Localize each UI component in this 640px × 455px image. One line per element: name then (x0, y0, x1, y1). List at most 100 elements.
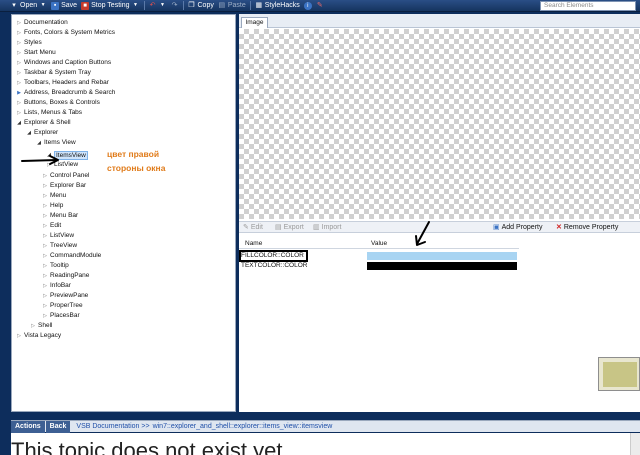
color-swatch-popup[interactable] (598, 357, 640, 391)
tree-item[interactable]: ▷ ListView (42, 231, 74, 241)
chevron-down-icon: ▼ (160, 2, 165, 8)
tree-item[interactable]: ◢ Items View (36, 138, 76, 148)
tree-item[interactable]: ▷ Menu (42, 191, 66, 201)
annotation-arrow-icon (21, 155, 59, 165)
tree-item[interactable]: ▷ PlacesBar (42, 311, 80, 321)
expand-arrow-icon: ▷ (43, 243, 47, 249)
properties-toolbar: ✎ Edit ▤ Export ▥ Import ▣ Add Property ✕ Rem… (239, 221, 640, 233)
import-button[interactable]: ▥ Import (313, 223, 341, 232)
collapse-arrow-icon: ◢ (27, 130, 31, 136)
export-icon: ▤ (275, 224, 282, 231)
breadcrumb-path[interactable]: win7::explorer_and_shell::explorer::item… (153, 423, 333, 430)
expand-arrow-icon: ▷ (43, 233, 47, 239)
expand-arrow-icon: ▷ (17, 70, 21, 76)
breadcrumb-root[interactable]: VSB Documentation >> (76, 423, 149, 430)
image-preview (239, 29, 640, 219)
save-button[interactable]: ▪ Save (51, 1, 77, 10)
annotation-line: стороны окна (107, 163, 166, 173)
element-tree: ▷ Documentation ▷ Fonts, Colors & System M… (11, 14, 236, 412)
stop-testing-button[interactable]: ■ Stop Testing ▼ (81, 1, 139, 10)
tab-strip: Image (239, 14, 640, 28)
brush-icon: ✎ (316, 2, 323, 9)
collapse-arrow-icon: ◢ (37, 140, 41, 146)
tree-item[interactable]: ▷ ReadingPane (42, 271, 89, 281)
search-input[interactable]: Search Elements (540, 1, 636, 11)
toolbar-divider (143, 1, 145, 10)
add-property-button[interactable]: ▣ Add Property (493, 223, 542, 232)
expand-arrow-icon: ▷ (43, 223, 47, 229)
tree-item[interactable]: ◢ Explorer & Shell (16, 118, 71, 128)
tools-button[interactable]: ✎ (316, 2, 324, 10)
tree-item[interactable]: ▷ Help (42, 201, 63, 211)
tree-item[interactable]: ▷ Menu Bar (42, 211, 78, 221)
expand-arrow-icon: ▶ (17, 90, 21, 96)
column-header-name[interactable]: Name (245, 239, 262, 249)
tree-item[interactable]: ▷ Toolbars, Headers and Rebar (16, 78, 109, 88)
tree-item[interactable]: ▷ Start Menu (16, 48, 56, 58)
tab-image[interactable]: Image (241, 17, 268, 28)
scrollbar[interactable] (630, 433, 640, 455)
column-header-value[interactable]: Value (371, 239, 387, 249)
save-icon: ▪ (51, 1, 60, 10)
tree-item[interactable]: ▷ Lists, Menus & Tabs (16, 108, 82, 118)
import-icon: ▥ (313, 224, 320, 231)
undo-icon: ↶ (149, 2, 156, 9)
expand-arrow-icon: ▷ (17, 50, 21, 56)
expand-arrow-icon: ▷ (43, 253, 47, 259)
copy-icon: ❐ (188, 2, 195, 9)
expand-arrow-icon: ▷ (43, 183, 47, 189)
expand-arrow-icon: ▷ (17, 30, 21, 36)
collapse-arrow-icon: ◢ (17, 120, 21, 126)
expand-arrow-icon: ▷ (17, 333, 21, 339)
redo-button[interactable]: ↷ (171, 2, 179, 10)
documentation-content: This topic does not exist yet (11, 433, 640, 455)
actions-button[interactable]: Actions (11, 420, 45, 433)
expand-arrow-icon: ▷ (43, 303, 47, 309)
add-icon: ▣ (493, 224, 500, 231)
expand-arrow-icon: ▷ (17, 40, 21, 46)
info-button[interactable]: i (303, 1, 312, 10)
grid-icon: ▦ (255, 2, 263, 9)
undo-button[interactable]: ↶ ▼ (149, 2, 167, 10)
tree-item[interactable]: ▷ Explorer Bar (42, 181, 86, 191)
tree-item[interactable]: ▷ Vista Legacy (16, 331, 61, 341)
tree-item[interactable]: ▷ CommandModule (42, 251, 101, 261)
documentation-bar: Actions Back VSB Documentation >> win7::… (11, 420, 640, 433)
edit-icon: ✎ (243, 224, 249, 231)
paste-button[interactable]: ▤ Paste (218, 2, 246, 10)
property-color-value[interactable] (367, 252, 517, 260)
tree-item[interactable]: ▷ Taskbar & System Tray (16, 68, 91, 78)
tree-item[interactable]: ◢ Explorer (26, 128, 58, 138)
remove-icon: ✕ (556, 224, 562, 231)
export-button[interactable]: ▤ Export (275, 223, 304, 232)
property-color-value[interactable] (367, 262, 517, 270)
tree-item[interactable]: ▷ Edit (42, 221, 61, 231)
tree-item[interactable]: ▷ PreviewPane (42, 291, 88, 301)
tree-item[interactable]: ▷ Tooltip (42, 261, 69, 271)
edit-button[interactable]: ✎ Edit (243, 223, 263, 232)
tree-item[interactable]: ▶ Address, Breadcrumb & Search (16, 88, 115, 98)
tree-item[interactable]: ▷ Buttons, Boxes & Controls (16, 98, 100, 108)
annotation-line: цвет правой (107, 149, 160, 159)
back-button[interactable]: Back (45, 420, 71, 433)
stylehacks-button[interactable]: ▦ StyleHacks (255, 2, 299, 10)
info-icon: i (303, 1, 312, 10)
property-row[interactable]: TEXTCOLOR::COLOR (239, 261, 519, 271)
open-button[interactable]: ▾ Open ▼ (10, 2, 47, 10)
tree-item[interactable]: ▷ Control Panel (42, 171, 89, 181)
expand-arrow-icon: ▷ (43, 263, 47, 269)
annotation-box (239, 250, 308, 262)
tree-item[interactable]: ▷ InfoBar (42, 281, 71, 291)
tree-item[interactable]: ▷ Fonts, Colors & System Metrics (16, 28, 115, 38)
folder-icon: ▾ (12, 2, 16, 9)
tree-item[interactable]: ▷ Documentation (16, 18, 68, 28)
expand-arrow-icon: ▷ (43, 273, 47, 279)
copy-button[interactable]: ❐ Copy (188, 2, 213, 10)
tree-item[interactable]: ▷ ProperTree (42, 301, 83, 311)
tree-item[interactable]: ▷ TreeView (42, 241, 77, 251)
tree-item[interactable]: ▷ Styles (16, 38, 42, 48)
remove-property-button[interactable]: ✕ Remove Property (556, 223, 618, 232)
tree-item[interactable]: ▷ Windows and Caption Buttons (16, 58, 111, 68)
tree-item[interactable]: ▷ Shell (30, 321, 52, 331)
expand-arrow-icon: ▷ (17, 110, 21, 116)
